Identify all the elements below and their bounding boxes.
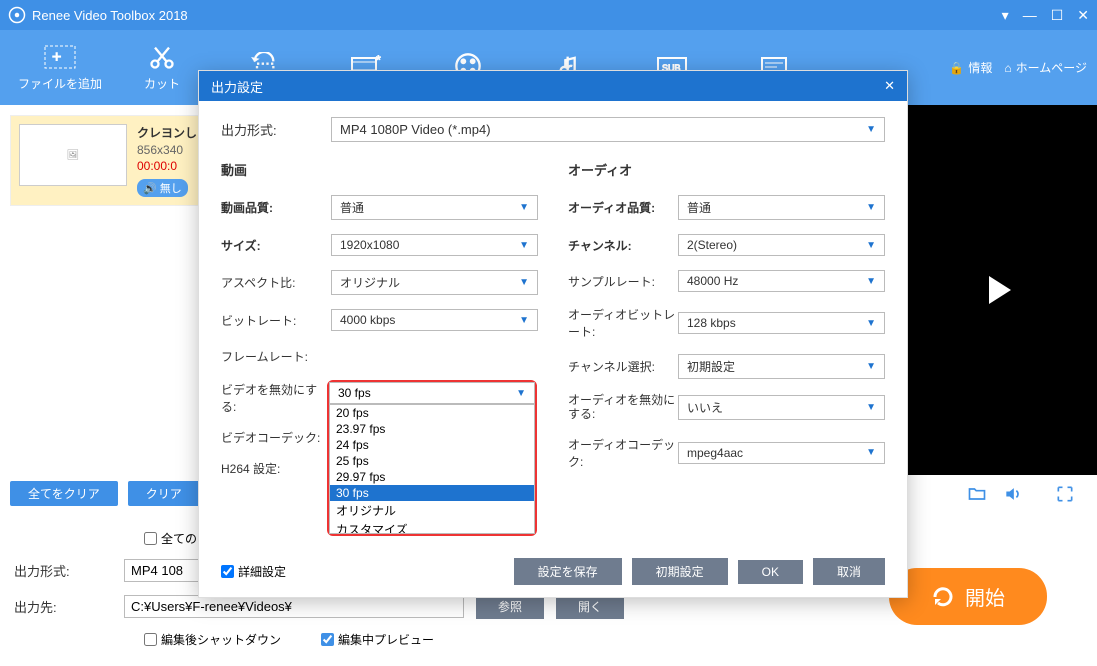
dialog-title: 出力設定: [211, 77, 263, 96]
output-settings-dialog: 出力設定 ✕ 出力形式: MP4 1080P Video (*.mp4)▼ 動画…: [198, 70, 908, 598]
opt-2397fps[interactable]: 23.97 fps: [330, 421, 534, 437]
aspect-select[interactable]: オリジナル▼: [331, 270, 538, 295]
dialog-close-button[interactable]: ✕: [884, 78, 895, 94]
ok-button[interactable]: OK: [738, 560, 803, 584]
cancel-button[interactable]: 取消: [813, 558, 885, 585]
audio-header: オーディオ: [568, 160, 885, 179]
framerate-select[interactable]: 30 fps▼: [329, 382, 535, 404]
channel-select[interactable]: 2(Stereo)▼: [678, 234, 885, 256]
audio-codec-select[interactable]: mpeg4aac▼: [678, 442, 885, 464]
size-select[interactable]: 1920x1080▼: [331, 234, 538, 256]
channel-sel-select[interactable]: 初期設定▼: [678, 354, 885, 379]
out-format-select[interactable]: MP4 1080P Video (*.mp4)▼: [331, 117, 885, 142]
audio-disable-select[interactable]: いいえ▼: [678, 395, 885, 420]
framerate-options: 20 fps 23.97 fps 24 fps 25 fps 29.97 fps…: [329, 404, 535, 534]
opt-30fps[interactable]: 30 fps: [330, 485, 534, 501]
opt-20fps[interactable]: 20 fps: [330, 405, 534, 421]
framerate-dropdown: 30 fps▼ 20 fps 23.97 fps 24 fps 25 fps 2…: [327, 380, 537, 536]
samplerate-select[interactable]: 48000 Hz▼: [678, 270, 885, 292]
opt-custom[interactable]: カスタマイズ: [330, 520, 534, 534]
audio-bitrate-select[interactable]: 128 kbps▼: [678, 312, 885, 334]
save-settings-button[interactable]: 設定を保存: [514, 558, 622, 585]
audio-quality-select[interactable]: 普通▼: [678, 195, 885, 220]
opt-25fps[interactable]: 25 fps: [330, 453, 534, 469]
video-quality-select[interactable]: 普通▼: [331, 195, 538, 220]
bitrate-select[interactable]: 4000 kbps▼: [331, 309, 538, 331]
out-format-label: 出力形式:: [221, 120, 331, 139]
advanced-checkbox[interactable]: 詳細設定: [221, 563, 286, 580]
opt-original[interactable]: オリジナル: [330, 501, 534, 520]
opt-2997fps[interactable]: 29.97 fps: [330, 469, 534, 485]
opt-24fps[interactable]: 24 fps: [330, 437, 534, 453]
video-header: 動画: [221, 160, 538, 179]
reset-button[interactable]: 初期設定: [632, 558, 728, 585]
